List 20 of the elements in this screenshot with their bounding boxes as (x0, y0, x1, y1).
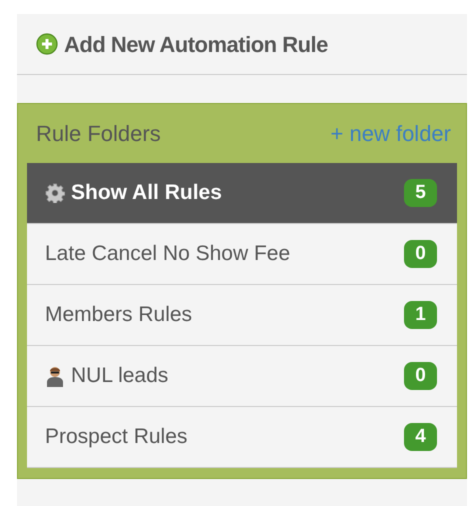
count-badge: 5 (404, 179, 437, 207)
folder-item[interactable]: NUL leads 0 (27, 346, 457, 407)
add-rule-button[interactable]: Add New Automation Rule (64, 28, 328, 60)
panel-title: Rule Folders (36, 120, 161, 148)
folder-label: Prospect Rules (45, 424, 188, 450)
count-badge: 0 (404, 362, 437, 390)
folder-label: Members Rules (45, 302, 192, 328)
folder-label: Late Cancel No Show Fee (45, 241, 290, 268)
count-badge: 4 (404, 423, 437, 451)
folder-item[interactable]: Prospect Rules 4 (27, 407, 457, 468)
folder-item[interactable]: Members Rules 1 (27, 285, 457, 346)
folder-label: NUL leads (71, 363, 168, 390)
folder-label: Show All Rules (71, 180, 222, 206)
person-icon (45, 365, 65, 387)
folder-item[interactable]: Late Cancel No Show Fee 0 (27, 224, 457, 285)
plus-circle-icon (36, 33, 58, 55)
gear-icon (45, 183, 65, 203)
count-badge: 1 (404, 301, 437, 329)
count-badge: 0 (404, 240, 437, 268)
folder-item[interactable]: Show All Rules 5 (27, 163, 457, 224)
